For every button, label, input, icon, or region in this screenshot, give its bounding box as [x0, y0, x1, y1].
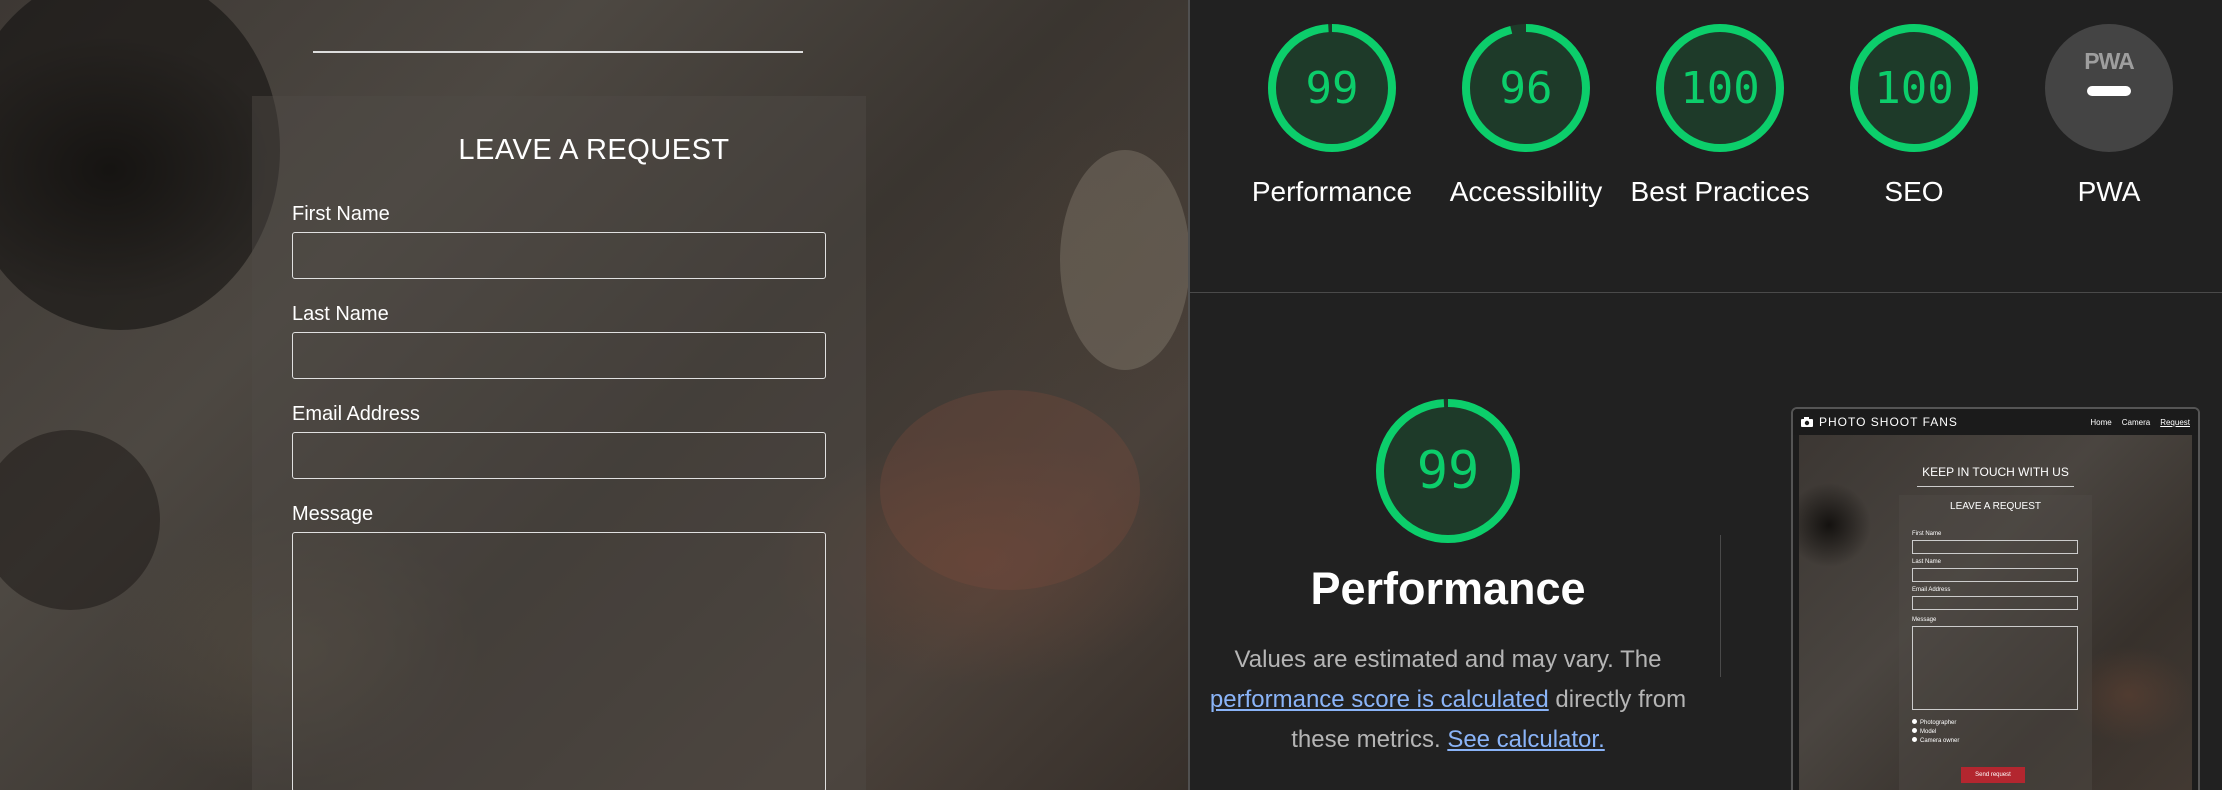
thumb-input-first	[1912, 540, 2078, 554]
first-name-label: First Name	[292, 203, 390, 225]
accessibility-label: Accessibility	[1449, 176, 1603, 207]
performance-detail-score: 99	[1416, 441, 1480, 501]
email-input[interactable]	[292, 432, 826, 479]
message-label: Message	[292, 503, 374, 525]
pwa-icon: PWA	[2084, 48, 2134, 74]
thumb-body: KEEP IN TOUCH WITH US LEAVE A REQUEST Fi…	[1799, 435, 2192, 790]
lighthouse-report: 99 Performance 96 Accessibility 100 Best…	[1190, 0, 2222, 790]
thumb-divider	[1917, 486, 2074, 487]
thumb-input-last	[1912, 568, 2078, 582]
form-title: LEAVE A REQUEST	[458, 134, 730, 166]
email-label: Email Address	[292, 403, 420, 425]
thumb-nav-home: Home	[2090, 417, 2112, 427]
best-practices-score: 100	[1680, 62, 1760, 114]
watch-photo-area	[1060, 150, 1188, 370]
seo-label: SEO	[1884, 176, 1944, 207]
thumb-nav-request: Request	[2160, 417, 2190, 427]
performance-detail-title: Performance	[1310, 563, 1586, 614]
first-name-input[interactable]	[292, 232, 826, 279]
pwa-label: PWA	[2077, 176, 2141, 207]
performance-score: 99	[1305, 62, 1359, 114]
score-calculation-link[interactable]: performance score is calculated	[1210, 686, 1549, 713]
pwa-dash-icon	[2087, 86, 2131, 96]
description-prefix: Values are estimated and may vary. The	[1234, 646, 1662, 673]
performance-label: Performance	[1251, 176, 1413, 207]
hand-photo-area	[880, 390, 1140, 590]
performance-detail-gauge: 99	[1375, 398, 1521, 544]
thumb-nav: Home Camera Request	[2090, 418, 2190, 427]
performance-description: Values are estimated and may vary. The p…	[1190, 640, 1706, 760]
see-calculator-link[interactable]: See calculator.	[1447, 726, 1604, 753]
last-name-input[interactable]	[292, 332, 826, 379]
thumb-label-last: Last Name	[1912, 559, 1942, 565]
heading-divider	[313, 51, 803, 53]
thumb-radio-camera-owner: Camera owner	[1912, 737, 1959, 744]
accessibility-score: 96	[1499, 62, 1553, 114]
thumb-label-email: Email Address	[1912, 587, 1951, 593]
pwa-badge[interactable]: PWA	[2045, 24, 2173, 152]
seo-gauge[interactable]: 100	[1849, 23, 1979, 153]
thumb-radio-model: Model	[1912, 728, 1936, 735]
thumb-header: PHOTO SHOOT FANS Home Camera Request	[1793, 409, 2198, 435]
lens-photo-area	[0, 430, 160, 610]
best-practices-label: Best Practices	[1630, 176, 1810, 207]
thumb-form-title: LEAVE A REQUEST	[1950, 501, 2041, 512]
accessibility-gauge[interactable]: 96	[1461, 23, 1591, 153]
thumb-nav-camera: Camera	[2121, 417, 2151, 427]
thumb-input-email	[1912, 596, 2078, 610]
request-page-screenshot: LEAVE A REQUEST First Name Last Name Ema…	[0, 0, 1188, 790]
message-textarea[interactable]	[292, 532, 826, 790]
camera-icon	[1801, 417, 1813, 427]
thumb-heading: KEEP IN TOUCH WITH US	[1922, 465, 2069, 479]
performance-gauge[interactable]: 99	[1267, 23, 1397, 153]
final-screenshot-thumbnail[interactable]: PHOTO SHOOT FANS Home Camera Request KEE…	[1791, 407, 2200, 790]
thumb-brand: PHOTO SHOOT FANS	[1819, 415, 1958, 429]
last-name-label: Last Name	[292, 303, 389, 325]
seo-score: 100	[1874, 62, 1954, 114]
thumb-radio-photographer: Photographer	[1912, 719, 1956, 726]
thumb-send-button: Send request	[1961, 767, 2025, 783]
detail-divider	[1720, 535, 1721, 677]
thumb-textarea	[1912, 626, 2078, 710]
best-practices-gauge[interactable]: 100	[1655, 23, 1785, 153]
thumb-label-first: First Name	[1912, 531, 1942, 537]
section-divider	[1190, 292, 2222, 293]
thumb-label-message: Message	[1912, 617, 1937, 623]
